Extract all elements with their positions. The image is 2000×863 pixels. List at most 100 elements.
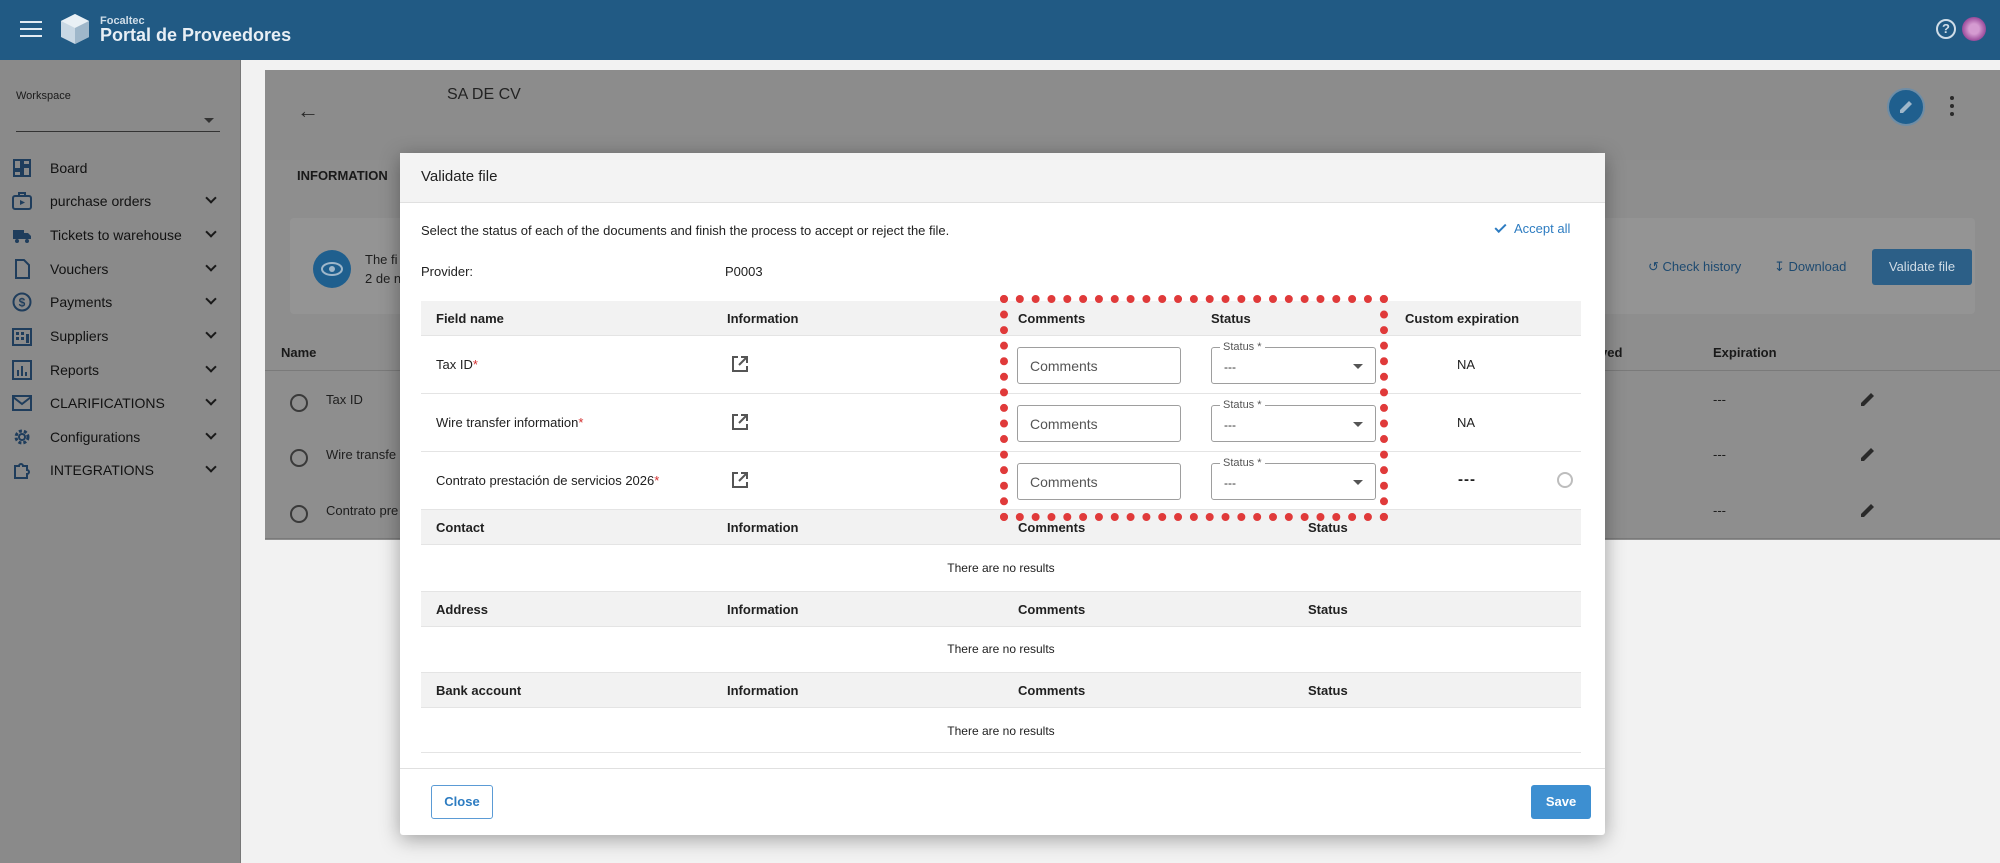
check-history-link[interactable]: ↺ Check history (1648, 259, 1741, 275)
workspace-select[interactable] (16, 108, 220, 132)
clock-icon (290, 394, 308, 412)
back-arrow-icon[interactable]: ← (297, 98, 319, 124)
comments-input[interactable] (1017, 347, 1181, 384)
page-header (265, 70, 2000, 160)
address-table-header: Address Information Comments Status (421, 592, 1581, 627)
column-header-name: Name (281, 345, 317, 360)
puzzle-icon (14, 463, 30, 479)
validate-file-dialog: Validate file Select the status of each … (400, 153, 1605, 835)
sidebar-item-clarifications[interactable]: CLARIFICATIONS (0, 388, 241, 418)
status-field-label: Status * (1220, 341, 1265, 353)
custom-expiration-value[interactable]: --- (1458, 471, 1476, 488)
chevron-down-icon (205, 226, 217, 238)
column-header-information: Information (727, 602, 799, 617)
table-row-name: Tax ID (326, 392, 363, 407)
sidebar-item-label: INTEGRATIONS (50, 462, 154, 478)
table-row: Wire transfer information* Status * --- … (421, 394, 1581, 452)
sidebar-item-payments[interactable]: $ Payments (0, 287, 241, 317)
gear-icon (14, 429, 30, 445)
page-title: SA DE CV (447, 86, 521, 103)
column-header-status: Status (1308, 520, 1348, 535)
table-row-expiration: --- (1713, 447, 1726, 462)
history-icon: ↺ (1648, 259, 1659, 274)
status-field-label: Status * (1220, 399, 1265, 411)
truck-icon (13, 230, 31, 243)
section-title-bank-account: Bank account (436, 683, 522, 698)
sidebar-item-suppliers[interactable]: Suppliers (0, 321, 241, 351)
comments-input[interactable] (1017, 405, 1181, 442)
open-external-icon[interactable] (731, 471, 749, 489)
open-external-icon[interactable] (731, 355, 749, 373)
empty-message: There are no results (947, 642, 1055, 656)
sidebar-item-label: Payments (50, 294, 113, 310)
tab-information[interactable]: INFORMATION (297, 168, 388, 183)
column-header-information: Information (727, 520, 799, 535)
menu-icon[interactable] (20, 18, 42, 40)
table-row-expiration: --- (1713, 392, 1726, 407)
pencil-icon[interactable] (1860, 446, 1876, 462)
comments-input[interactable] (1017, 463, 1181, 500)
mail-icon (12, 395, 32, 411)
sidebar-item-reports[interactable]: Reports (0, 355, 241, 385)
status-value: --- (1224, 418, 1236, 432)
help-icon[interactable]: ? (1936, 19, 1956, 39)
sidebar-item-label: Reports (50, 362, 100, 378)
field-name: Tax ID* (436, 357, 478, 372)
top-bar: Focaltec Portal de Proveedores ? (0, 0, 2000, 60)
table-row: Contrato prestación de servicios 2026* S… (421, 452, 1581, 510)
alarm-icon[interactable] (1557, 472, 1573, 488)
chevron-down-icon (205, 428, 217, 440)
open-external-icon[interactable] (731, 413, 749, 431)
brand-title: Portal de Proveedores (100, 25, 292, 45)
column-header-comments: Comments (1018, 683, 1086, 698)
table-row-name: Contrato pre (326, 503, 399, 518)
save-button[interactable]: Save (1531, 785, 1591, 819)
custom-expiration-value: NA (1457, 357, 1476, 372)
status-select[interactable]: Status * --- (1211, 457, 1376, 500)
chart-icon (12, 360, 32, 380)
sidebar-item-purchase-orders[interactable]: purchase orders (0, 186, 241, 216)
download-link[interactable]: ↧ Download (1774, 259, 1846, 275)
status-select[interactable]: Status * --- (1211, 399, 1376, 442)
card-date: 2 de n (365, 271, 402, 286)
dashboard-icon (13, 159, 31, 177)
workspace-label: Workspace (16, 90, 71, 102)
files-table-header: Field name Information Comments Status C… (421, 301, 1581, 336)
clock-icon (290, 449, 308, 467)
table-row-expiration: --- (1713, 503, 1726, 518)
sidebar-item-configurations[interactable]: Configurations (0, 422, 241, 452)
pencil-icon[interactable] (1860, 391, 1876, 407)
close-button[interactable]: Close (431, 785, 493, 819)
validate-file-button[interactable]: Validate file (1872, 249, 1972, 285)
chevron-down-icon (205, 461, 217, 473)
chevron-down-icon (205, 327, 217, 339)
column-header-status: Status (1308, 683, 1348, 698)
status-select[interactable]: Status * --- (1211, 341, 1376, 384)
accept-all-button[interactable]: Accept all (1494, 220, 1570, 236)
pencil-icon[interactable] (1860, 502, 1876, 518)
sidebar-item-vouchers[interactable]: Vouchers (0, 254, 241, 284)
sidebar-item-board[interactable]: Board (0, 153, 241, 183)
download-icon: ↧ (1774, 259, 1785, 274)
edit-fab-button[interactable] (1887, 88, 1925, 126)
dialog-header: Validate file (400, 153, 1605, 203)
clock-icon (290, 505, 308, 523)
column-header-comments: Comments (1018, 520, 1086, 535)
sidebar-item-integrations[interactable]: INTEGRATIONS (0, 455, 241, 485)
status-value: --- (1224, 476, 1236, 490)
dialog-title: Validate file (421, 168, 498, 185)
sidebar-item-tickets[interactable]: Tickets to warehouse (0, 220, 241, 250)
avatar[interactable] (1962, 17, 1986, 41)
more-vert-icon[interactable] (1950, 96, 1954, 116)
bank-account-table-header: Bank account Information Comments Status (421, 673, 1581, 708)
contact-table-header: Contact Information Comments Status (421, 510, 1581, 545)
svg-text:$: $ (19, 296, 26, 310)
sidebar-item-label: Board (50, 160, 88, 176)
sidebar-item-label: Tickets to warehouse (50, 227, 182, 243)
field-name: Wire transfer information* (436, 415, 584, 430)
column-header-expiration: Expiration (1713, 345, 1777, 360)
column-header-information: Information (727, 311, 799, 326)
document-icon (15, 259, 30, 279)
column-header-field-name: Field name (436, 311, 504, 326)
status-value: --- (1224, 360, 1236, 374)
